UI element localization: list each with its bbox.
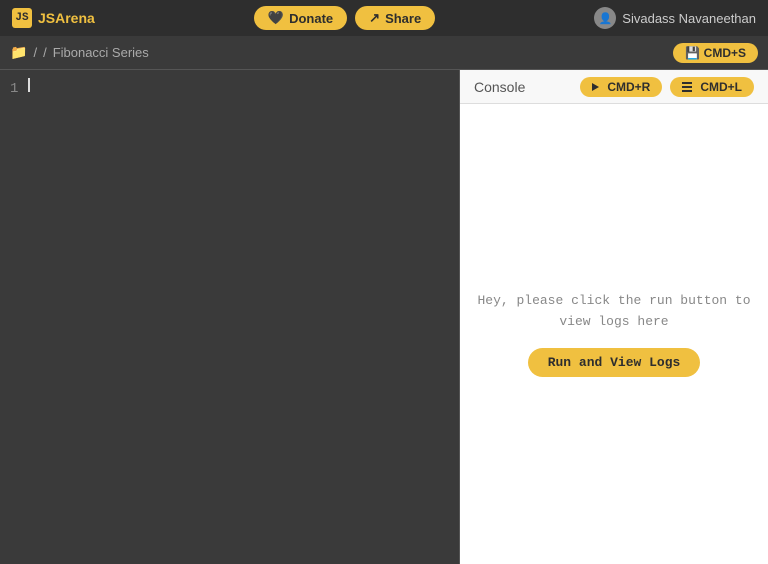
header-actions: 🖤 Donate ↗ Share bbox=[254, 6, 435, 30]
folder-icon: 📁 bbox=[10, 44, 27, 61]
main-content: 1 Console CMD+R CMD+L bbox=[0, 70, 768, 564]
donate-label: Donate bbox=[289, 11, 333, 26]
share-label: Share bbox=[385, 11, 421, 26]
cursor bbox=[28, 78, 30, 92]
console-title: Console bbox=[474, 79, 525, 95]
logo-area: JS JSArena bbox=[12, 8, 95, 28]
editor-panel: 1 bbox=[0, 70, 460, 564]
run-button[interactable]: CMD+R bbox=[580, 77, 662, 97]
breadcrumb-root: / bbox=[33, 45, 37, 60]
save-icon: 💾 bbox=[685, 46, 700, 60]
line-number-1: 1 bbox=[10, 78, 18, 100]
breadcrumb: 📁 / / Fibonacci Series bbox=[10, 44, 149, 61]
run-and-view-logs-button[interactable]: Run and View Logs bbox=[528, 348, 701, 377]
log-icon bbox=[682, 82, 692, 92]
editor-line-1: 1 bbox=[10, 78, 449, 100]
app-header: JS JSArena 🖤 Donate ↗ Share 👤 Sivadass N… bbox=[0, 0, 768, 36]
breadcrumb-separator: / bbox=[43, 45, 47, 60]
share-button[interactable]: ↗ Share bbox=[355, 6, 435, 30]
code-editor[interactable]: 1 bbox=[0, 70, 459, 564]
console-panel: Console CMD+R CMD+L Hey, please c bbox=[460, 70, 768, 564]
run-label: CMD+R bbox=[607, 80, 650, 94]
console-header: Console CMD+R CMD+L bbox=[460, 70, 768, 104]
logo-text: JSArena bbox=[38, 10, 95, 26]
donate-button[interactable]: 🖤 Donate bbox=[254, 6, 347, 30]
console-body: Hey, please click the run button to view… bbox=[460, 104, 768, 564]
breadcrumb-file: Fibonacci Series bbox=[53, 45, 149, 60]
share-icon: ↗ bbox=[369, 10, 380, 26]
console-message-line2: view logs here bbox=[559, 314, 668, 329]
run-view-label: Run and View Logs bbox=[548, 355, 681, 370]
user-name: Sivadass Navaneethan bbox=[622, 11, 756, 26]
log-label: CMD+L bbox=[700, 80, 742, 94]
editor-toolbar: 📁 / / Fibonacci Series 💾 CMD+S bbox=[0, 36, 768, 70]
console-action-buttons: CMD+R CMD+L bbox=[580, 77, 754, 97]
save-label: CMD+S bbox=[704, 46, 746, 60]
run-play-icon bbox=[592, 83, 599, 91]
user-area: 👤 Sivadass Navaneethan bbox=[594, 7, 756, 29]
save-button[interactable]: 💾 CMD+S bbox=[673, 43, 758, 63]
user-info: 👤 Sivadass Navaneethan bbox=[594, 7, 756, 29]
logo-icon: JS bbox=[12, 8, 32, 28]
console-message: Hey, please click the run button to view… bbox=[477, 291, 750, 333]
toolbar-buttons: 💾 CMD+S bbox=[673, 43, 758, 63]
console-message-line1: Hey, please click the run button to bbox=[477, 293, 750, 308]
heart-icon: 🖤 bbox=[268, 10, 284, 26]
avatar: 👤 bbox=[594, 7, 616, 29]
log-button[interactable]: CMD+L bbox=[670, 77, 754, 97]
